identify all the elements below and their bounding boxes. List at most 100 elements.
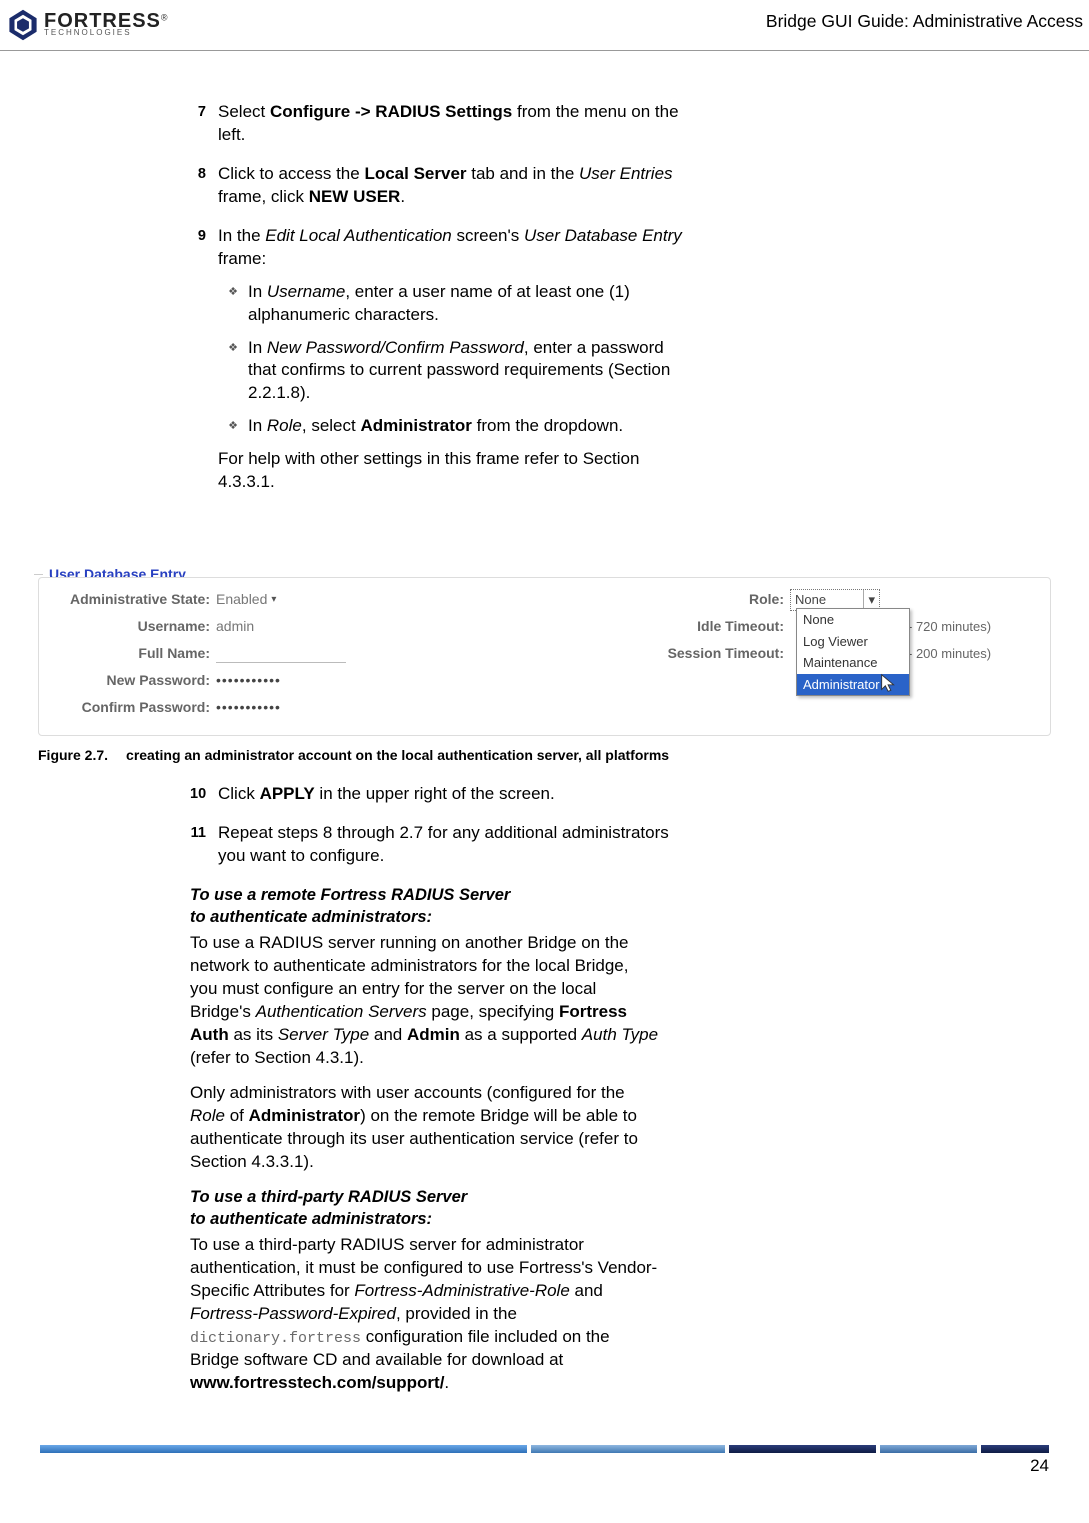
- t: NEW USER: [309, 187, 401, 206]
- page-number: 24: [0, 1453, 1089, 1488]
- user-database-entry-panel: Administrative State: Enabled ▾ Username…: [38, 577, 1051, 736]
- bullet-icon: ❖: [218, 415, 248, 438]
- step-7-body: Select Configure -> RADIUS Settings from…: [218, 101, 683, 147]
- t: page, specifying: [427, 1002, 559, 1021]
- step-8-body: Click to access the Local Server tab and…: [218, 163, 683, 209]
- t: To use a remote Fortress RADIUS Server: [190, 884, 1049, 906]
- step-8: 8 Click to access the Local Server tab a…: [190, 163, 1049, 209]
- t: Admin: [407, 1025, 460, 1044]
- step-10-number: 10: [190, 783, 218, 806]
- t: Click to access the: [218, 164, 364, 183]
- t: and: [369, 1025, 407, 1044]
- panel-right-column: Role: None ▾ Idle Timeout: - 720 minutes…: [640, 586, 1040, 721]
- figure-caption-text: creating an administrator account on the…: [126, 747, 669, 763]
- logo: FORTRESS® TECHNOLOGIES: [6, 8, 168, 42]
- t: In: [248, 282, 267, 301]
- t: tab and in the: [467, 164, 579, 183]
- hint-idle-timeout: - 720 minutes): [904, 618, 991, 636]
- t: Administrator: [360, 416, 471, 435]
- label-session-timeout: Session Timeout:: [640, 644, 790, 663]
- para-thirdparty-radius: To use a third-party RADIUS server for a…: [190, 1234, 660, 1395]
- row-confirm-password: Confirm Password: •••••••••••: [49, 694, 349, 721]
- t: , provided in the: [396, 1304, 517, 1323]
- t: In: [248, 338, 267, 357]
- value-admin-state[interactable]: Enabled: [216, 590, 267, 609]
- menu-path: Configure -> RADIUS Settings: [270, 102, 512, 121]
- t: Only administrators with user accounts (…: [190, 1083, 625, 1102]
- step-10: 10 Click APPLY in the upper right of the…: [190, 783, 1049, 806]
- t: to authenticate administrators:: [190, 1208, 1049, 1230]
- t: as its: [229, 1025, 278, 1044]
- step-9-number: 9: [190, 225, 218, 494]
- row-username: Username: admin: [49, 613, 349, 640]
- t: of: [225, 1106, 249, 1125]
- t: (refer to Section 4.3.1).: [190, 1048, 364, 1067]
- input-new-password[interactable]: •••••••••••: [216, 671, 281, 690]
- t: Administrator: [249, 1106, 360, 1125]
- label-confirm-password: Confirm Password:: [49, 698, 216, 717]
- t: User Database Entry: [524, 226, 682, 245]
- t: frame, click: [218, 187, 309, 206]
- row-new-password: New Password: •••••••••••: [49, 667, 349, 694]
- step-10-body: Click APPLY in the upper right of the sc…: [218, 783, 683, 806]
- value-username[interactable]: admin: [216, 617, 254, 636]
- t: Authentication Servers: [256, 1002, 427, 1021]
- label-idle-timeout: Idle Timeout:: [640, 617, 790, 636]
- bullet-password: ❖ In New Password/Confirm Password, ente…: [218, 337, 683, 406]
- bullet-username: ❖ In Username, enter a user name of at l…: [218, 281, 683, 327]
- bullet-icon: ❖: [218, 281, 248, 327]
- t: Auth Type: [582, 1025, 658, 1044]
- t: and: [570, 1281, 603, 1300]
- t: In the: [218, 226, 265, 245]
- row-full-name: Full Name:: [49, 640, 349, 667]
- t: www.fortresstech.com/support/: [190, 1373, 444, 1392]
- step-8-number: 8: [190, 163, 218, 209]
- panel-left-column: Administrative State: Enabled ▾ Username…: [49, 586, 349, 721]
- t: In: [248, 416, 267, 435]
- input-confirm-password[interactable]: •••••••••••: [216, 698, 281, 717]
- label-admin-state: Administrative State:: [49, 590, 216, 609]
- t: Select: [218, 102, 270, 121]
- t: APPLY: [260, 784, 315, 803]
- role-option-maintenance[interactable]: Maintenance: [797, 652, 909, 674]
- t: , select: [302, 416, 361, 435]
- t: .: [400, 187, 405, 206]
- t: screen's: [452, 226, 524, 245]
- step-11-body: Repeat steps 8 through 2.7 for any addit…: [218, 822, 683, 868]
- bullet-role: ❖ In Role, select Administrator from the…: [218, 415, 683, 438]
- t: User Entries: [579, 164, 673, 183]
- t: Fortress-Password-Expired: [190, 1304, 396, 1323]
- t: Username: [267, 282, 345, 301]
- t: dictionary.fortress: [190, 1330, 361, 1347]
- step-9-bullets: ❖ In Username, enter a user name of at l…: [218, 281, 683, 439]
- t: Role: [190, 1106, 225, 1125]
- t: New Password/Confirm Password: [267, 338, 524, 357]
- step-7-number: 7: [190, 101, 218, 147]
- figure-2-7: User Database Entry Administrative State…: [38, 554, 1051, 736]
- fortress-logo-icon: [6, 8, 40, 42]
- chevron-down-icon[interactable]: ▾: [271, 593, 276, 607]
- input-full-name[interactable]: [216, 645, 346, 663]
- role-selected-value: None: [795, 591, 826, 609]
- t: Fortress-Administrative-Role: [354, 1281, 569, 1300]
- label-full-name: Full Name:: [49, 644, 216, 663]
- step-9: 9 In the Edit Local Authentication scree…: [190, 225, 1049, 494]
- t: Click: [218, 784, 260, 803]
- chevron-down-icon[interactable]: ▾: [863, 590, 875, 610]
- label-role: Role:: [640, 590, 790, 609]
- step-11: 11 Repeat steps 8 through 2.7 for any ad…: [190, 822, 1049, 868]
- t: .: [444, 1373, 449, 1392]
- t: Local Server: [364, 164, 466, 183]
- logo-text: FORTRESS® TECHNOLOGIES: [44, 13, 168, 37]
- page-content-2: 10 Click APPLY in the upper right of the…: [0, 783, 1089, 1427]
- role-option-none[interactable]: None: [797, 609, 909, 631]
- hint-session-timeout: - 200 minutes): [904, 645, 991, 663]
- t: Edit Local Authentication: [265, 226, 452, 245]
- t: To use a third-party RADIUS Server: [190, 1186, 1049, 1208]
- role-option-log-viewer[interactable]: Log Viewer: [797, 631, 909, 653]
- page-content: 7 Select Configure -> RADIUS Settings fr…: [0, 51, 1089, 530]
- subhead-remote-radius: To use a remote Fortress RADIUS Server t…: [190, 884, 1049, 929]
- label-new-password: New Password:: [49, 671, 216, 690]
- t: as a supported: [460, 1025, 582, 1044]
- logo-subtitle: TECHNOLOGIES: [44, 30, 168, 37]
